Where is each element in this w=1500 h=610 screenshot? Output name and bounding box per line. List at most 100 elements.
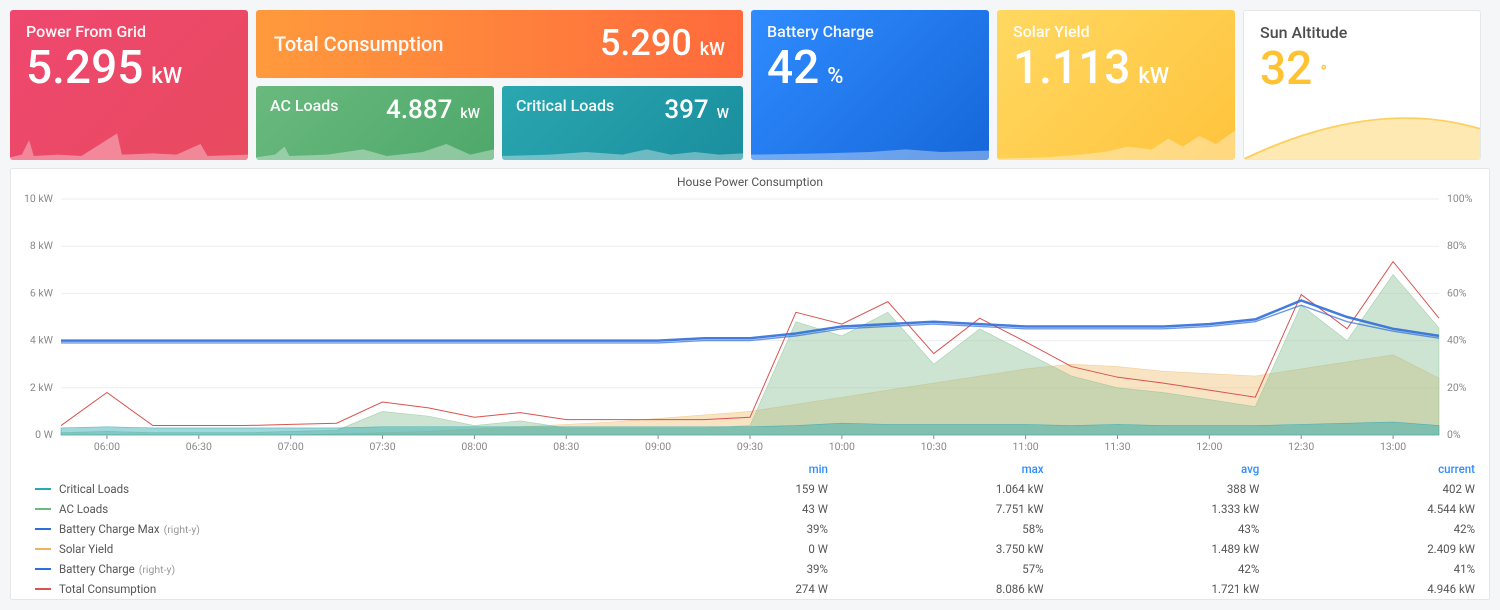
legend-header[interactable]: avg [1058, 459, 1274, 479]
card-value-wrap: 42 % [767, 43, 973, 94]
svg-text:40%: 40% [1447, 334, 1467, 347]
chart-svg: 0 W2 kW4 kW6 kW8 kW10 kW0%20%40%60%80%10… [11, 191, 1489, 459]
legend-stat: 1.333 kW [1058, 499, 1274, 519]
card-value-wrap: 5.290 kW [600, 24, 725, 64]
stat-cards-row: Power From Grid 5.295 kW Total Consumpti… [10, 10, 1490, 160]
sparkline [10, 120, 248, 160]
legend-row[interactable]: Solar Yield0 W3.750 kW1.489 kW2.409 kW [11, 539, 1489, 559]
svg-text:11:00: 11:00 [1013, 440, 1039, 453]
card-value: 42 [767, 41, 819, 95]
card-value: 5.290 [600, 22, 692, 64]
card-unit: kW [700, 39, 725, 60]
card-battery-charge[interactable]: Battery Charge 42 % [751, 10, 989, 160]
legend-stat: 41% [1273, 559, 1489, 579]
legend-stat: 0 W [677, 539, 842, 559]
svg-text:12:30: 12:30 [1288, 440, 1314, 453]
legend-stat: 1.721 kW [1058, 579, 1274, 599]
legend-stat: 43 W [677, 499, 842, 519]
card-value-wrap: 1.113 kW [1013, 43, 1219, 94]
card-unit: kW [1138, 64, 1169, 89]
card-sun-altitude[interactable]: Sun Altitude 32 ° [1243, 10, 1481, 160]
legend-header[interactable]: max [842, 459, 1058, 479]
svg-text:0 W: 0 W [35, 428, 54, 441]
card-title: Total Consumption [274, 32, 444, 56]
svg-text:12:00: 12:00 [1196, 440, 1222, 453]
card-unit: ° [1320, 62, 1327, 83]
legend-stat: 274 W [677, 579, 842, 599]
sparkline [997, 120, 1235, 160]
svg-text:60%: 60% [1447, 286, 1467, 299]
card-critical-loads[interactable]: Critical Loads 397 W [502, 86, 743, 160]
card-title: Power From Grid [26, 22, 232, 41]
card-value: 1.113 [1013, 41, 1130, 95]
svg-text:10:00: 10:00 [829, 440, 855, 453]
legend-header[interactable]: min [677, 459, 842, 479]
card-value-wrap: 32 ° [1260, 44, 1464, 95]
legend-stat: 8.086 kW [842, 579, 1058, 599]
legend-stat: 42% [1273, 519, 1489, 539]
svg-text:06:00: 06:00 [94, 440, 120, 453]
legend-row[interactable]: AC Loads43 W7.751 kW1.333 kW4.544 kW [11, 499, 1489, 519]
svg-text:4 kW: 4 kW [30, 334, 54, 347]
legend-stat: 1.489 kW [1058, 539, 1274, 559]
sparkline [502, 120, 743, 160]
card-value: 5.295 [26, 41, 143, 95]
svg-text:06:30: 06:30 [186, 440, 212, 453]
card-value: 32 [1260, 42, 1312, 96]
legend-stat: 388 W [1058, 479, 1274, 499]
card-title: Critical Loads [516, 96, 614, 115]
legend-row[interactable]: Battery Charge Max(right-y)39%58%43%42% [11, 519, 1489, 539]
legend-stat: 1.064 kW [842, 479, 1058, 499]
legend-stat: 42% [1058, 559, 1274, 579]
legend-row[interactable]: Total Consumption274 W8.086 kW1.721 kW4.… [11, 579, 1489, 599]
svg-text:2 kW: 2 kW [30, 381, 54, 394]
chart-area[interactable]: 0 W2 kW4 kW6 kW8 kW10 kW0%20%40%60%80%10… [11, 191, 1489, 459]
card-power-from-grid[interactable]: Power From Grid 5.295 kW [10, 10, 248, 160]
svg-text:08:00: 08:00 [461, 440, 487, 453]
card-title: Sun Altitude [1260, 23, 1464, 42]
svg-text:07:00: 07:00 [278, 440, 304, 453]
svg-text:100%: 100% [1447, 192, 1473, 205]
card-total-consumption[interactable]: Total Consumption 5.290 kW [256, 10, 743, 78]
legend-stat: 2.409 kW [1273, 539, 1489, 559]
svg-text:08:30: 08:30 [553, 440, 579, 453]
legend-row[interactable]: Battery Charge(right-y)39%57%42%41% [11, 559, 1489, 579]
card-unit: kW [151, 64, 182, 89]
dashboard: Power From Grid 5.295 kW Total Consumpti… [10, 10, 1490, 600]
card-title: Battery Charge [767, 22, 973, 41]
svg-text:20%: 20% [1447, 381, 1467, 394]
svg-text:09:30: 09:30 [737, 440, 763, 453]
card-unit: % [827, 64, 843, 89]
svg-text:09:00: 09:00 [645, 440, 671, 453]
legend-stat: 402 W [1273, 479, 1489, 499]
legend-row[interactable]: Critical Loads159 W1.064 kW388 W402 W [11, 479, 1489, 499]
sun-arc [1244, 104, 1480, 159]
legend-stat: 4.544 kW [1273, 499, 1489, 519]
svg-text:07:30: 07:30 [369, 440, 395, 453]
card-title: Solar Yield [1013, 22, 1219, 41]
legend-table: minmaxavgcurrent Critical Loads159 W1.06… [11, 459, 1489, 599]
card-ac-loads[interactable]: AC Loads 4.887 kW [256, 86, 494, 160]
legend-stat: 43% [1058, 519, 1274, 539]
legend-header[interactable]: current [1273, 459, 1489, 479]
svg-text:80%: 80% [1447, 239, 1467, 252]
card-sub-row: AC Loads 4.887 kW Critical Loads 397 W [256, 86, 743, 160]
svg-text:0%: 0% [1447, 428, 1461, 441]
chart-panel: House Power Consumption 0 W 2 kW 4 kW 6 kW 8… [10, 168, 1490, 600]
card-solar-yield[interactable]: Solar Yield 1.113 kW [997, 10, 1235, 160]
svg-text:13:00: 13:00 [1380, 440, 1406, 453]
chart-title: House Power Consumption [11, 169, 1489, 191]
legend-stat: 57% [842, 559, 1058, 579]
card-total-and-subs: Total Consumption 5.290 kW AC Loads 4.88… [256, 10, 743, 160]
svg-text:6 kW: 6 kW [30, 286, 54, 299]
legend-stat: 159 W [677, 479, 842, 499]
svg-text:11:30: 11:30 [1104, 440, 1130, 453]
legend-stat: 4.946 kW [1273, 579, 1489, 599]
card-title: AC Loads [270, 96, 339, 115]
sparkline [751, 120, 989, 160]
svg-text:8 kW: 8 kW [30, 239, 54, 252]
legend-stat: 58% [842, 519, 1058, 539]
legend-stat: 7.751 kW [842, 499, 1058, 519]
svg-text:10:30: 10:30 [921, 440, 947, 453]
legend-stat: 3.750 kW [842, 539, 1058, 559]
